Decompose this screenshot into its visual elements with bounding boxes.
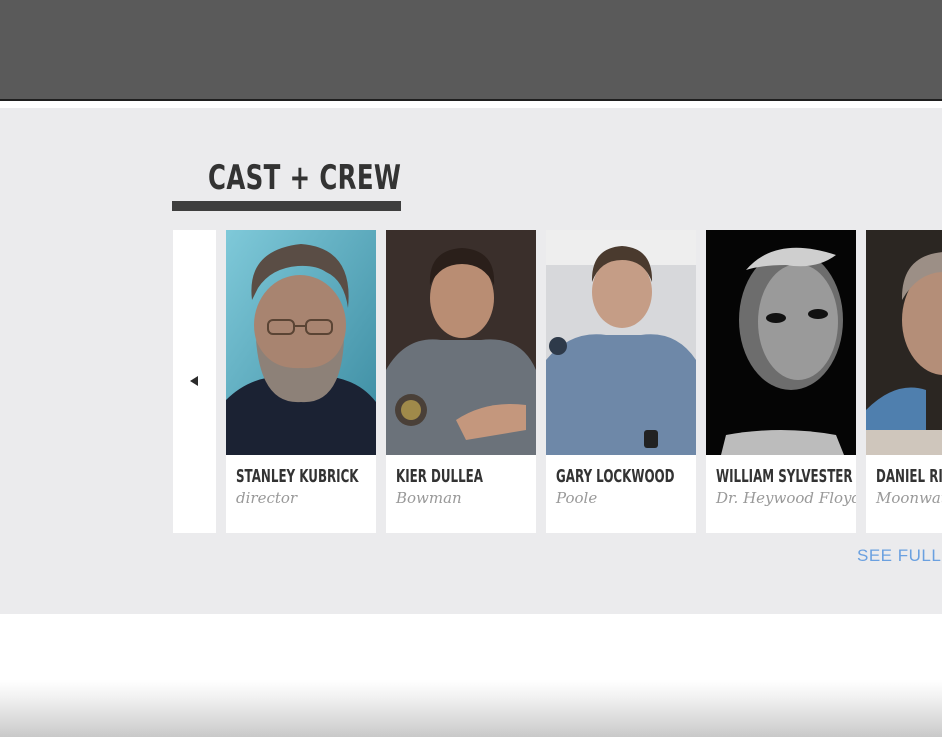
bottom-shadow [0, 680, 942, 737]
cast-photo [386, 230, 536, 455]
cast-role: Moonwatc [876, 489, 942, 507]
cast-name: KIER DULLEA [396, 466, 483, 487]
see-full-link[interactable]: SEE FULL [857, 546, 941, 566]
cast-name: WILLIAM SYLVESTER [716, 466, 853, 487]
section-title: CAST + CREW [208, 158, 402, 198]
cast-role: Bowman [396, 489, 462, 507]
cast-photo [546, 230, 696, 455]
cast-card[interactable]: GARY LOCKWOOD Poole [546, 230, 696, 533]
top-bar [0, 0, 942, 101]
cast-name: DANIEL RIC [876, 466, 942, 487]
cast-photo [706, 230, 856, 455]
cast-card[interactable]: STANLEY KUBRICK director [226, 230, 376, 533]
cast-card[interactable]: KIER DULLEA Bowman [386, 230, 536, 533]
cast-card[interactable]: WILLIAM SYLVESTER Dr. Heywood Floyd [706, 230, 856, 533]
triangle-left-icon [190, 376, 198, 386]
cast-role: Dr. Heywood Floyd [716, 489, 856, 507]
cast-role: Poole [556, 489, 598, 507]
carousel-prev-button[interactable] [173, 230, 216, 533]
cast-crew-section: CAST + CREW STANLEY KUBRICK director KIE… [0, 108, 942, 614]
title-underline [172, 201, 401, 211]
cast-name: STANLEY KUBRICK [236, 466, 359, 487]
cast-card[interactable]: DANIEL RIC Moonwatc [866, 230, 942, 533]
cast-role: director [236, 489, 298, 507]
cast-name: GARY LOCKWOOD [556, 466, 675, 487]
cast-photo [866, 230, 942, 455]
cast-photo [226, 230, 376, 455]
